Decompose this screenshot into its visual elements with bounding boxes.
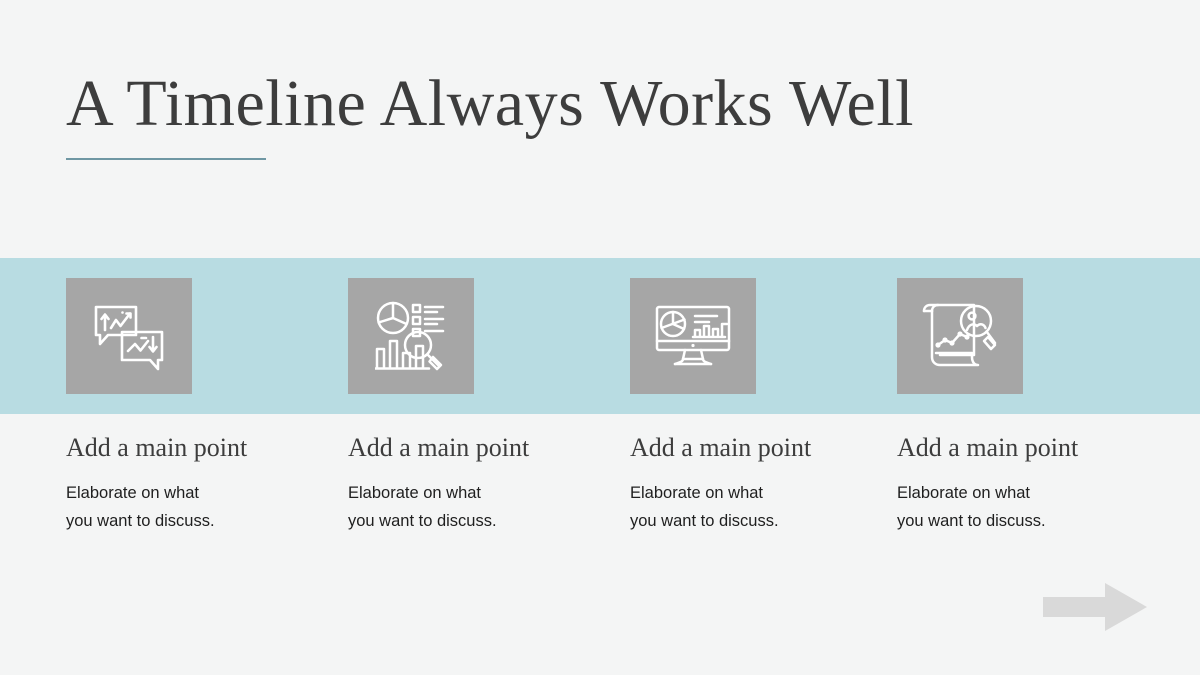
timeline-item-3[interactable]: Add a main point Elaborate on what you w…	[630, 278, 912, 535]
timeline-item-3-body: Elaborate on what you want to discuss.	[630, 484, 779, 530]
speech-bubbles-trend-charts-icon	[92, 301, 166, 371]
slide-canvas: A Timeline Always Works Well Add a main …	[0, 0, 1200, 675]
timeline-item-4[interactable]: Add a main point Elaborate on what you w…	[897, 278, 1179, 535]
timeline-item-3-heading: Add a main point	[630, 433, 812, 462]
icon-tile-1[interactable]	[66, 278, 192, 394]
timeline-item-1-body: Elaborate on what you want to discuss.	[66, 484, 215, 530]
timeline-item-2-body: Elaborate on what you want to discuss.	[348, 484, 497, 530]
timeline-item-4-body: Elaborate on what you want to discuss.	[897, 484, 1046, 530]
timeline-item-4-heading: Add a main point	[897, 433, 1079, 462]
pie-bar-chart-magnifier-icon	[375, 301, 447, 371]
timeline-item-2[interactable]: Add a main point Elaborate on what you w…	[348, 278, 630, 535]
icon-tile-3[interactable]	[630, 278, 756, 394]
timeline-item-1-heading: Add a main point	[66, 433, 248, 462]
scroll-line-chart-magnifier-icon	[922, 301, 998, 371]
timeline-item-1[interactable]: Add a main point Elaborate on what you w…	[66, 278, 348, 535]
icon-tile-4[interactable]	[897, 278, 1023, 394]
icon-tile-2[interactable]	[348, 278, 474, 394]
right-arrow-icon	[1043, 583, 1147, 631]
timeline-item-2-heading: Add a main point	[348, 433, 530, 462]
timeline-columns: Add a main point Elaborate on what you w…	[0, 0, 1200, 675]
monitor-dashboard-icon	[655, 305, 731, 367]
